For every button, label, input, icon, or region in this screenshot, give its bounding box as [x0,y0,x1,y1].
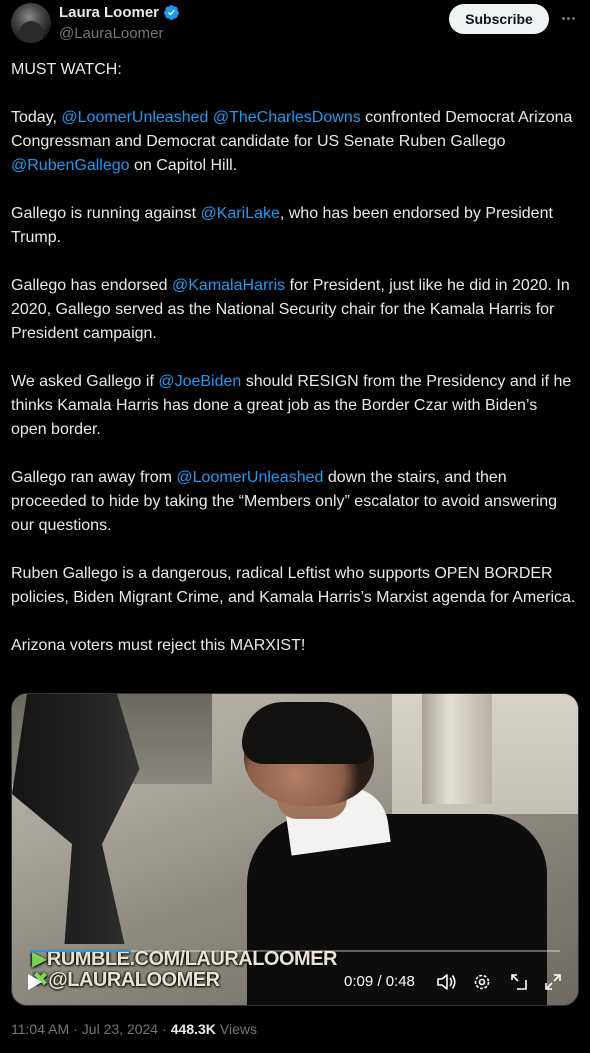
avatar[interactable] [11,3,51,43]
tweet-paragraph: Gallego ran away from @LoomerUnleashed d… [11,466,576,538]
mention-link[interactable]: @KamalaHarris [172,277,285,294]
tweet-text-segment: on Capitol Hill. [129,157,238,174]
volume-icon[interactable] [437,972,457,992]
mention-link[interactable]: @KariLake [200,205,279,222]
tweet-paragraph: Gallego is running against @KariLake, wh… [11,202,576,250]
tweet-text-segment: We asked Gallego if [11,373,159,390]
tweet-time[interactable]: 11:04 AM [11,1021,69,1037]
mention-link[interactable]: @JoeBiden [158,373,241,390]
mention-link[interactable]: @TheCharlesDowns [213,109,361,126]
mention-link[interactable]: @RubenGallego [11,157,130,174]
tweet-meta: 11:04 AM · Jul 23, 2024 · 448.3K Views [11,1021,257,1037]
tweet-paragraph: MUST WATCH: [11,58,576,82]
video-controls: 0:09 / 0:48 [12,964,578,1000]
mention-link[interactable]: @LoomerUnleashed [176,469,323,486]
views-count: 448.3K [170,1021,216,1037]
video-player[interactable]: ▶RUMBLE.COM/LAURALOOMER ✖@LAURALOOMER 0:… [11,693,579,1006]
pip-icon[interactable] [509,972,529,992]
author-display-name[interactable]: Laura Loomer [59,4,159,21]
tweet-date[interactable]: Jul 23, 2024 [82,1021,158,1037]
more-options-icon[interactable] [558,10,578,26]
tweet-header: Laura Loomer @LauraLoomer Subscribe [0,0,590,50]
tweet-text: MUST WATCH: Today, @LoomerUnleashed @TheC… [11,58,576,658]
tweet-text-segment: Gallego is running against [11,205,201,222]
fullscreen-icon[interactable] [543,972,563,992]
mention-link[interactable]: @LoomerUnleashed [61,109,208,126]
settings-icon[interactable] [472,972,492,992]
tweet-paragraph: Gallego has endorsed @KamalaHarris for P… [11,274,576,346]
tweet-text-segment: Today, [11,109,62,126]
subscribe-button[interactable]: Subscribe [449,4,549,34]
author-name-row: Laura Loomer [59,4,180,21]
play-icon[interactable] [25,972,45,992]
tweet-paragraph: We asked Gallego if @JoeBiden should RES… [11,370,576,442]
meta-separator: · [73,1021,78,1037]
tweet-paragraph: Today, @LoomerUnleashed @TheCharlesDowns… [11,106,576,178]
tweet-paragraph: Ruben Gallego is a dangerous, radical Le… [11,562,576,610]
meta-separator: · [162,1021,167,1037]
tweet-text-segment: MUST WATCH: [11,61,122,78]
verified-badge-icon [164,5,179,20]
tweet-text-segment: Gallego has endorsed [11,277,172,294]
tweet-paragraph: Arizona voters must reject this MARXIST! [11,634,576,658]
video-progress-bar[interactable] [30,950,560,952]
tweet-text-segment: Ruben Gallego is a dangerous, radical Le… [11,565,576,606]
author-handle[interactable]: @LauraLoomer [59,25,163,42]
tweet-text-segment: Gallego ran away from [11,469,177,486]
views-label: Views [219,1021,258,1037]
video-time: 0:09 / 0:48 [344,973,415,990]
tweet-text-segment: Arizona voters must reject this MARXIST! [11,637,306,654]
video-progress-fill [30,950,131,952]
